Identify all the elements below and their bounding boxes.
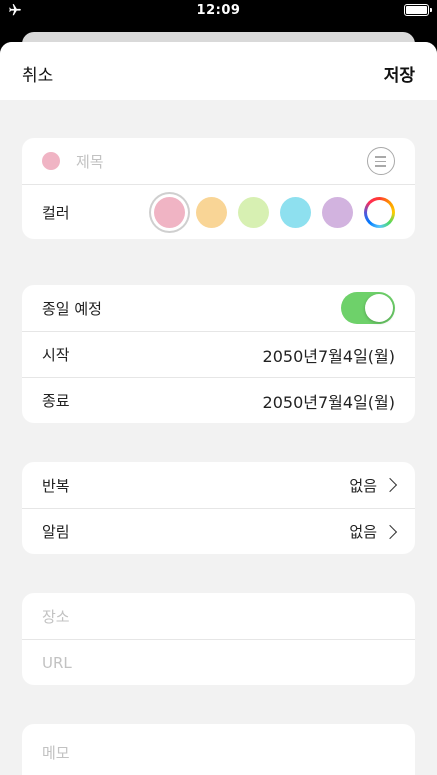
status-bar: 12:09 xyxy=(0,0,437,22)
selected-color-dot xyxy=(42,152,60,170)
start-value[interactable]: 2050년7월4일(월) xyxy=(263,343,395,367)
options-card: 반복 없음 알림 없음 xyxy=(22,462,415,554)
battery-icon xyxy=(404,4,432,16)
start-row[interactable]: 시작 2050년7월4일(월) xyxy=(22,331,415,377)
alert-label: 알림 xyxy=(42,523,70,541)
chevron-right-icon xyxy=(382,477,398,493)
color-swatch-green[interactable] xyxy=(238,196,269,228)
memo-input[interactable]: 메모 xyxy=(42,742,70,763)
color-row: 컬러 xyxy=(22,184,415,239)
save-button[interactable]: 저장 xyxy=(384,61,415,86)
memo-row[interactable]: 메모 xyxy=(22,724,415,775)
status-time: 12:09 xyxy=(196,3,241,18)
nav-bar: 취소 저장 xyxy=(0,42,437,100)
color-label: 컬러 xyxy=(42,203,70,222)
location-card: 장소 URL xyxy=(22,593,415,685)
color-swatches xyxy=(154,196,395,228)
title-card: 제목 컬러 xyxy=(22,138,415,239)
repeat-row[interactable]: 반복 없음 xyxy=(22,462,415,508)
alert-value: 없음 xyxy=(349,523,377,541)
color-swatch-purple[interactable] xyxy=(322,196,353,228)
alert-row[interactable]: 알림 없음 xyxy=(22,508,415,554)
event-editor-sheet: 취소 저장 제목 컬러 종일 예정 시작 2050년7월4일(월) 종료 205… xyxy=(0,42,437,775)
cancel-button[interactable]: 취소 xyxy=(22,61,53,86)
memo-card: 메모 xyxy=(22,724,415,775)
url-input[interactable]: URL xyxy=(42,654,72,672)
custom-color-picker-icon[interactable] xyxy=(364,196,395,228)
title-row[interactable]: 제목 xyxy=(22,138,415,184)
repeat-label: 반복 xyxy=(42,476,70,495)
title-input[interactable]: 제목 xyxy=(76,151,104,172)
all-day-row: 종일 예정 xyxy=(22,285,415,331)
place-input[interactable]: 장소 xyxy=(42,606,70,627)
end-value[interactable]: 2050년7월4일(월) xyxy=(263,389,395,413)
place-row[interactable]: 장소 xyxy=(22,593,415,639)
end-row[interactable]: 종료 2050년7월4일(월) xyxy=(22,377,415,423)
color-swatch-cyan[interactable] xyxy=(280,196,311,228)
chevron-right-icon xyxy=(382,524,398,539)
url-row[interactable]: URL xyxy=(22,639,415,685)
list-menu-icon[interactable] xyxy=(367,147,395,175)
color-swatch-pink[interactable] xyxy=(154,196,185,228)
repeat-value: 없음 xyxy=(349,476,377,495)
start-label: 시작 xyxy=(42,346,70,364)
time-card: 종일 예정 시작 2050년7월4일(월) 종료 2050년7월4일(월) xyxy=(22,285,415,423)
all-day-label: 종일 예정 xyxy=(42,299,102,318)
color-swatch-orange[interactable] xyxy=(196,196,227,228)
all-day-toggle[interactable] xyxy=(341,292,395,324)
end-label: 종료 xyxy=(42,392,70,410)
